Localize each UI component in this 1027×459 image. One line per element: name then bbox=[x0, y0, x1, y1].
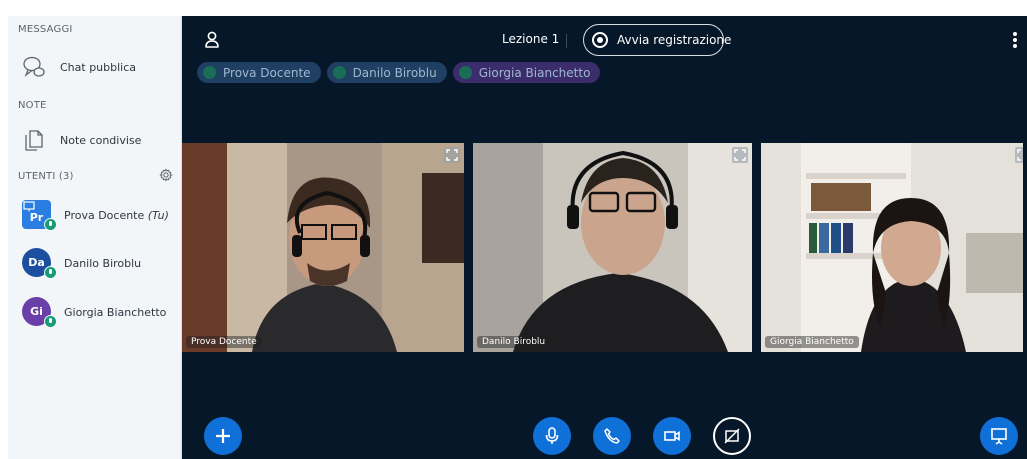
user-list-item[interactable]: Gi Giorgia Bianchetto bbox=[8, 293, 181, 333]
users-section-title: UTENTI (3) bbox=[18, 171, 74, 182]
talker-mic-icon bbox=[458, 66, 472, 79]
more-options-icon[interactable] bbox=[1013, 32, 1017, 48]
user-list-item[interactable]: Da Danilo Biroblu bbox=[8, 244, 181, 284]
avatar-initials: Da bbox=[28, 256, 45, 269]
microphone-icon bbox=[545, 427, 559, 444]
notes-section-title: NOTE bbox=[18, 100, 47, 111]
microphone-icon bbox=[44, 266, 57, 279]
presentation-button[interactable] bbox=[980, 417, 1018, 455]
video-tile[interactable]: Giorgia Bianchetto bbox=[761, 143, 1023, 352]
shared-notes-label: Note condivise bbox=[60, 133, 142, 147]
screenshare-off-icon bbox=[724, 428, 740, 444]
user-name: Giorgia Bianchetto bbox=[64, 306, 167, 319]
plus-icon bbox=[216, 429, 230, 443]
user-name: Prova Docente bbox=[64, 209, 145, 222]
notes-icon bbox=[25, 130, 43, 151]
actions-plus-button[interactable] bbox=[204, 417, 242, 455]
app-window: MESSAGGI Chat pubblica NOTE Note condivi… bbox=[8, 16, 1027, 459]
record-label: Avvia registrazione bbox=[617, 33, 732, 47]
video-camera-button[interactable] bbox=[653, 417, 691, 455]
talker-name: Giorgia Bianchetto bbox=[478, 65, 591, 80]
messages-section-title: MESSAGGI bbox=[18, 24, 73, 35]
sidebar-item-public-chat[interactable]: Chat pubblica bbox=[8, 48, 181, 86]
user-list-item[interactable]: Pr Prova Docente (Tu) bbox=[8, 196, 181, 236]
fullscreen-icon[interactable] bbox=[1015, 147, 1023, 163]
chat-icon bbox=[23, 56, 45, 77]
public-chat-label: Chat pubblica bbox=[60, 60, 137, 74]
audio-phone-button[interactable] bbox=[593, 417, 631, 455]
webcam-feed-image bbox=[473, 143, 752, 352]
video-camera-icon bbox=[664, 431, 680, 441]
record-icon bbox=[592, 32, 608, 48]
talker-pill[interactable]: Prova Docente bbox=[197, 62, 321, 83]
talker-name: Prova Docente bbox=[223, 65, 311, 80]
presenter-icon bbox=[23, 201, 35, 212]
video-name-label[interactable]: Giorgia Bianchetto bbox=[765, 336, 859, 348]
video-tile[interactable]: Prova Docente bbox=[182, 143, 464, 352]
webcam-feed-image bbox=[182, 143, 464, 352]
webcam-feed-image bbox=[761, 143, 1023, 352]
avatar-initials: Pr bbox=[29, 211, 44, 224]
talker-mic-icon bbox=[203, 66, 216, 79]
microphone-button[interactable] bbox=[533, 417, 571, 455]
sidebar: MESSAGGI Chat pubblica NOTE Note condivi… bbox=[8, 16, 182, 459]
fullscreen-icon[interactable] bbox=[444, 147, 460, 163]
talker-pill[interactable]: Giorgia Bianchetto bbox=[452, 62, 601, 83]
screenshare-button[interactable] bbox=[713, 417, 751, 455]
gear-icon[interactable] bbox=[159, 168, 173, 182]
start-recording-button[interactable]: Avvia registrazione bbox=[583, 24, 731, 56]
talker-mic-icon bbox=[332, 66, 346, 79]
user-icon[interactable] bbox=[204, 30, 220, 48]
main-stage: Lezione 1 Avvia registrazione Prova Doce… bbox=[182, 16, 1027, 459]
phone-icon bbox=[604, 428, 620, 444]
video-name-label[interactable]: Prova Docente bbox=[186, 336, 262, 348]
talker-name: Danilo Biroblu bbox=[352, 65, 437, 80]
meeting-title: Lezione 1 bbox=[502, 32, 560, 46]
header-divider bbox=[566, 34, 567, 48]
user-you-tag: (Tu) bbox=[147, 209, 169, 222]
fullscreen-icon[interactable] bbox=[732, 147, 748, 163]
microphone-icon bbox=[44, 218, 57, 231]
video-tile[interactable]: Danilo Biroblu bbox=[473, 143, 752, 352]
talking-indicator-bar: Prova Docente Danilo Biroblu Giorgia Bia… bbox=[197, 62, 601, 83]
talker-pill[interactable]: Danilo Biroblu bbox=[326, 62, 447, 83]
user-name-wrapper: Prova Docente (Tu) bbox=[64, 209, 169, 222]
user-name: Danilo Biroblu bbox=[64, 257, 142, 270]
presentation-icon bbox=[991, 428, 1007, 445]
video-name-label[interactable]: Danilo Biroblu bbox=[477, 336, 551, 348]
sidebar-item-shared-notes[interactable]: Note condivise bbox=[8, 121, 181, 159]
avatar-initials: Gi bbox=[30, 305, 43, 318]
microphone-icon bbox=[44, 315, 57, 328]
